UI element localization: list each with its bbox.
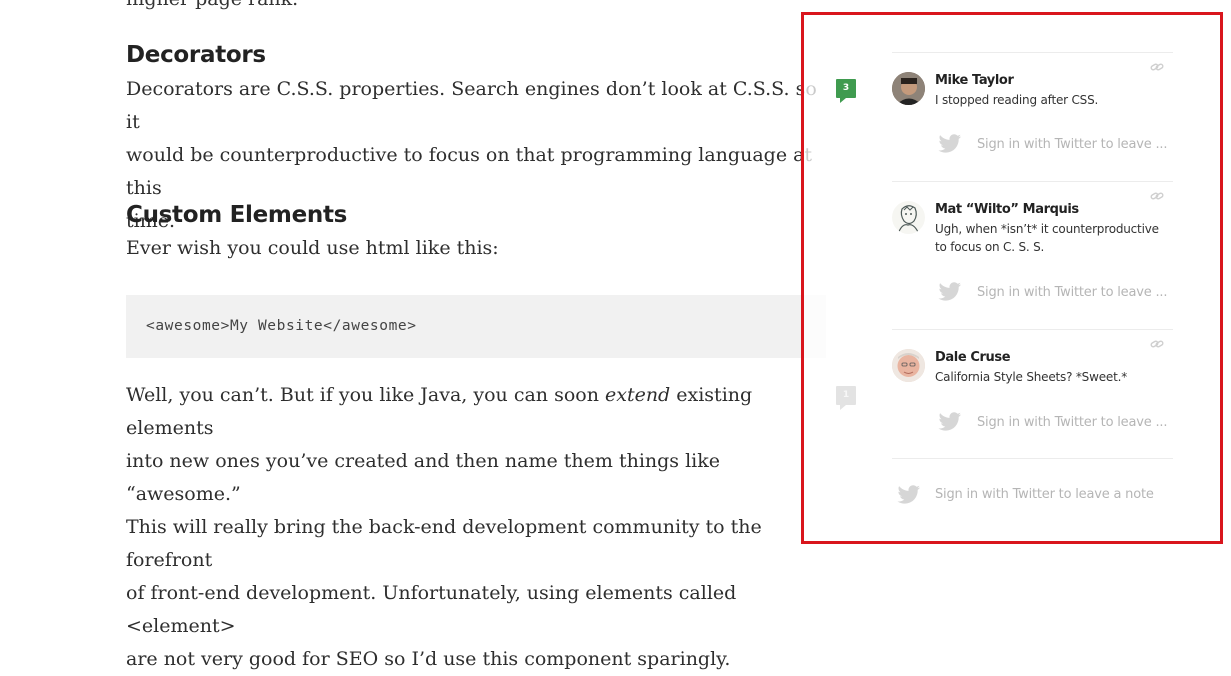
note-count-badge[interactable]: 1 xyxy=(836,386,856,410)
paragraph-line-1: Well, you can’t. But if you like Java, y… xyxy=(126,384,753,439)
code-block: <awesome>My Website</awesome> xyxy=(126,295,826,358)
link-icon[interactable] xyxy=(1150,62,1164,72)
comment-author[interactable]: Mike Taylor xyxy=(935,73,1014,88)
note-comment: Dale Cruse California Style Sheets? *Swe… xyxy=(892,329,1174,458)
twitter-signin-reply[interactable]: Sign in with Twitter to leave ... xyxy=(977,137,1167,152)
avatar[interactable] xyxy=(892,349,925,382)
paragraph-line-2: into new ones you’ve created and then na… xyxy=(126,450,721,505)
twitter-signin-reply[interactable]: Sign in with Twitter to leave ... xyxy=(977,285,1167,300)
link-icon[interactable] xyxy=(1150,339,1164,349)
decorators-heading: Decorators xyxy=(126,42,266,68)
notes-divider xyxy=(892,458,1173,459)
twitter-icon xyxy=(938,282,961,301)
note-count-badge[interactable]: 3 xyxy=(836,79,856,103)
custom-elements-intro: Ever wish you could use html like this: xyxy=(126,237,499,259)
comment-text: I stopped reading after CSS. xyxy=(935,93,1099,107)
note-comment: Mat “Wilto” Marquis Ugh, when *isn’t* it… xyxy=(892,181,1174,329)
link-icon[interactable] xyxy=(1150,191,1164,201)
paragraph-line-4: of front-end development. Unfortunately,… xyxy=(126,582,737,637)
decorators-line-1: Decorators are C.S.S. properties. Search… xyxy=(126,78,817,133)
comment-author[interactable]: Mat “Wilto” Marquis xyxy=(935,202,1079,217)
paragraph-line-3: This will really bring the back-end deve… xyxy=(126,516,762,571)
paragraph-line-5: are not very good for SEO so I’d use thi… xyxy=(126,648,731,670)
comment-text: California Style Sheets? *Sweet.* xyxy=(935,370,1127,384)
note-comment: Mike Taylor I stopped reading after CSS.… xyxy=(892,52,1174,180)
avatar[interactable] xyxy=(892,72,925,105)
article-paragraph: Well, you can’t. But if you like Java, y… xyxy=(126,379,826,676)
article-cutoff-line: higher page rank. xyxy=(126,0,298,10)
custom-elements-heading: Custom Elements xyxy=(126,202,348,228)
avatar[interactable] xyxy=(892,201,925,234)
comment-author[interactable]: Dale Cruse xyxy=(935,350,1011,365)
twitter-signin-leave-note[interactable]: Sign in with Twitter to leave a note xyxy=(935,487,1154,502)
twitter-icon xyxy=(897,485,920,504)
twitter-icon xyxy=(938,134,961,153)
twitter-icon xyxy=(938,412,961,431)
comment-text: Ugh, when *isn’t* it counterproductive t… xyxy=(935,222,1159,254)
decorators-line-2: would be counterproductive to focus on t… xyxy=(126,144,813,199)
twitter-signin-reply[interactable]: Sign in with Twitter to leave ... xyxy=(977,415,1167,430)
